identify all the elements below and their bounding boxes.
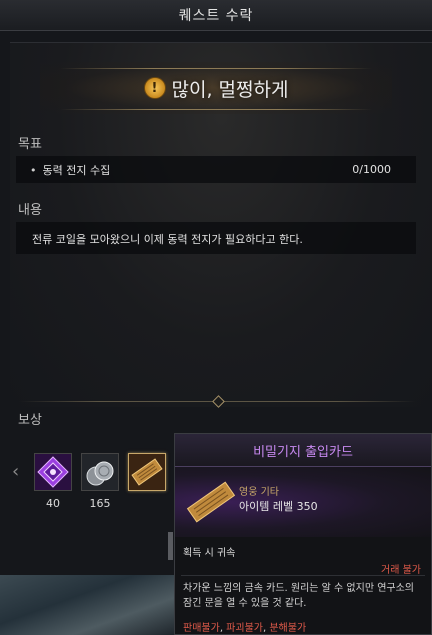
- reward-prev-arrow-icon[interactable]: ‹: [12, 462, 26, 482]
- tooltip-trade-info: 거래 불가: [381, 565, 421, 576]
- tooltip-divider: [181, 575, 425, 576]
- reward-label: 보상: [18, 413, 42, 428]
- content-label: 내용: [18, 203, 42, 218]
- tooltip-description: 차가운 느낌의 금속 카드. 원리는 알 수 없지만 연구소의 잠긴 문을 열 …: [183, 583, 415, 609]
- tooltip-item-level: 아이템 레벨 350: [239, 500, 318, 513]
- objective-bullet: •: [30, 163, 37, 177]
- quest-exclamation-icon: !: [143, 77, 166, 99]
- purple-crystal-icon: [35, 454, 71, 490]
- objective-text-wrap: • 동력 전지 수집: [30, 162, 110, 178]
- tooltip-item-summary: 영웅 기타 아이템 레벨 350: [175, 467, 431, 537]
- reward-count-2: 165: [89, 497, 111, 510]
- objective-label: 목표: [18, 137, 42, 152]
- reward-slot-2[interactable]: [81, 453, 119, 491]
- content-text: 전류 코일을 모아왔으니 이제 동력 전지가 필요하다고 한다.: [16, 222, 416, 254]
- tooltip-flag-sell: 판매불가: [183, 623, 220, 634]
- window-title: 퀘스트 수락: [178, 8, 254, 24]
- reward-count-1: 40: [46, 497, 60, 510]
- banner-rule-bottom: [60, 109, 372, 110]
- tooltip-bound-info: 획득 시 귀속: [183, 548, 236, 559]
- quest-title-banner: ! 많이, 멀쩡하게: [40, 62, 392, 114]
- access-card-icon: [186, 481, 236, 523]
- silver-coin-stack-icon: [82, 454, 118, 490]
- tooltip-flag-disassemble: 분해불가: [269, 623, 307, 634]
- reward-slot-3[interactable]: [128, 453, 166, 491]
- tooltip-item-name: 비밀기지 출입카드: [175, 434, 431, 467]
- background-scenery: [0, 575, 174, 635]
- banner-rule-top: [60, 68, 372, 69]
- quest-accept-window: 퀘스트 수락 ! 많이, 멀쩡하게 목표 • 동력 전지 수집 0/1000 내용…: [0, 0, 432, 635]
- window-titlebar[interactable]: 퀘스트 수락: [0, 0, 432, 31]
- objective-row: • 동력 전지 수집 0/1000: [16, 156, 416, 183]
- item-tooltip: 비밀기지 출입카드 영웅 기타 아이템 레벨 350 획득 시 귀속 거래 불가…: [174, 433, 432, 635]
- quest-title: 많이, 멀쩡하게: [171, 78, 289, 101]
- tooltip-restriction-flags: 판매불가, 파괴불가, 분해불가: [183, 619, 306, 634]
- tooltip-grade-type: 영웅 기타: [239, 487, 279, 498]
- reward-slot-1[interactable]: [34, 453, 72, 491]
- objective-progress: 0/1000: [352, 163, 391, 176]
- tooltip-flag-destroy: 파괴불가: [226, 623, 263, 634]
- reward-scrollbar[interactable]: [168, 532, 173, 560]
- access-card-icon: [129, 454, 165, 490]
- objective-text: 동력 전지 수집: [42, 163, 111, 177]
